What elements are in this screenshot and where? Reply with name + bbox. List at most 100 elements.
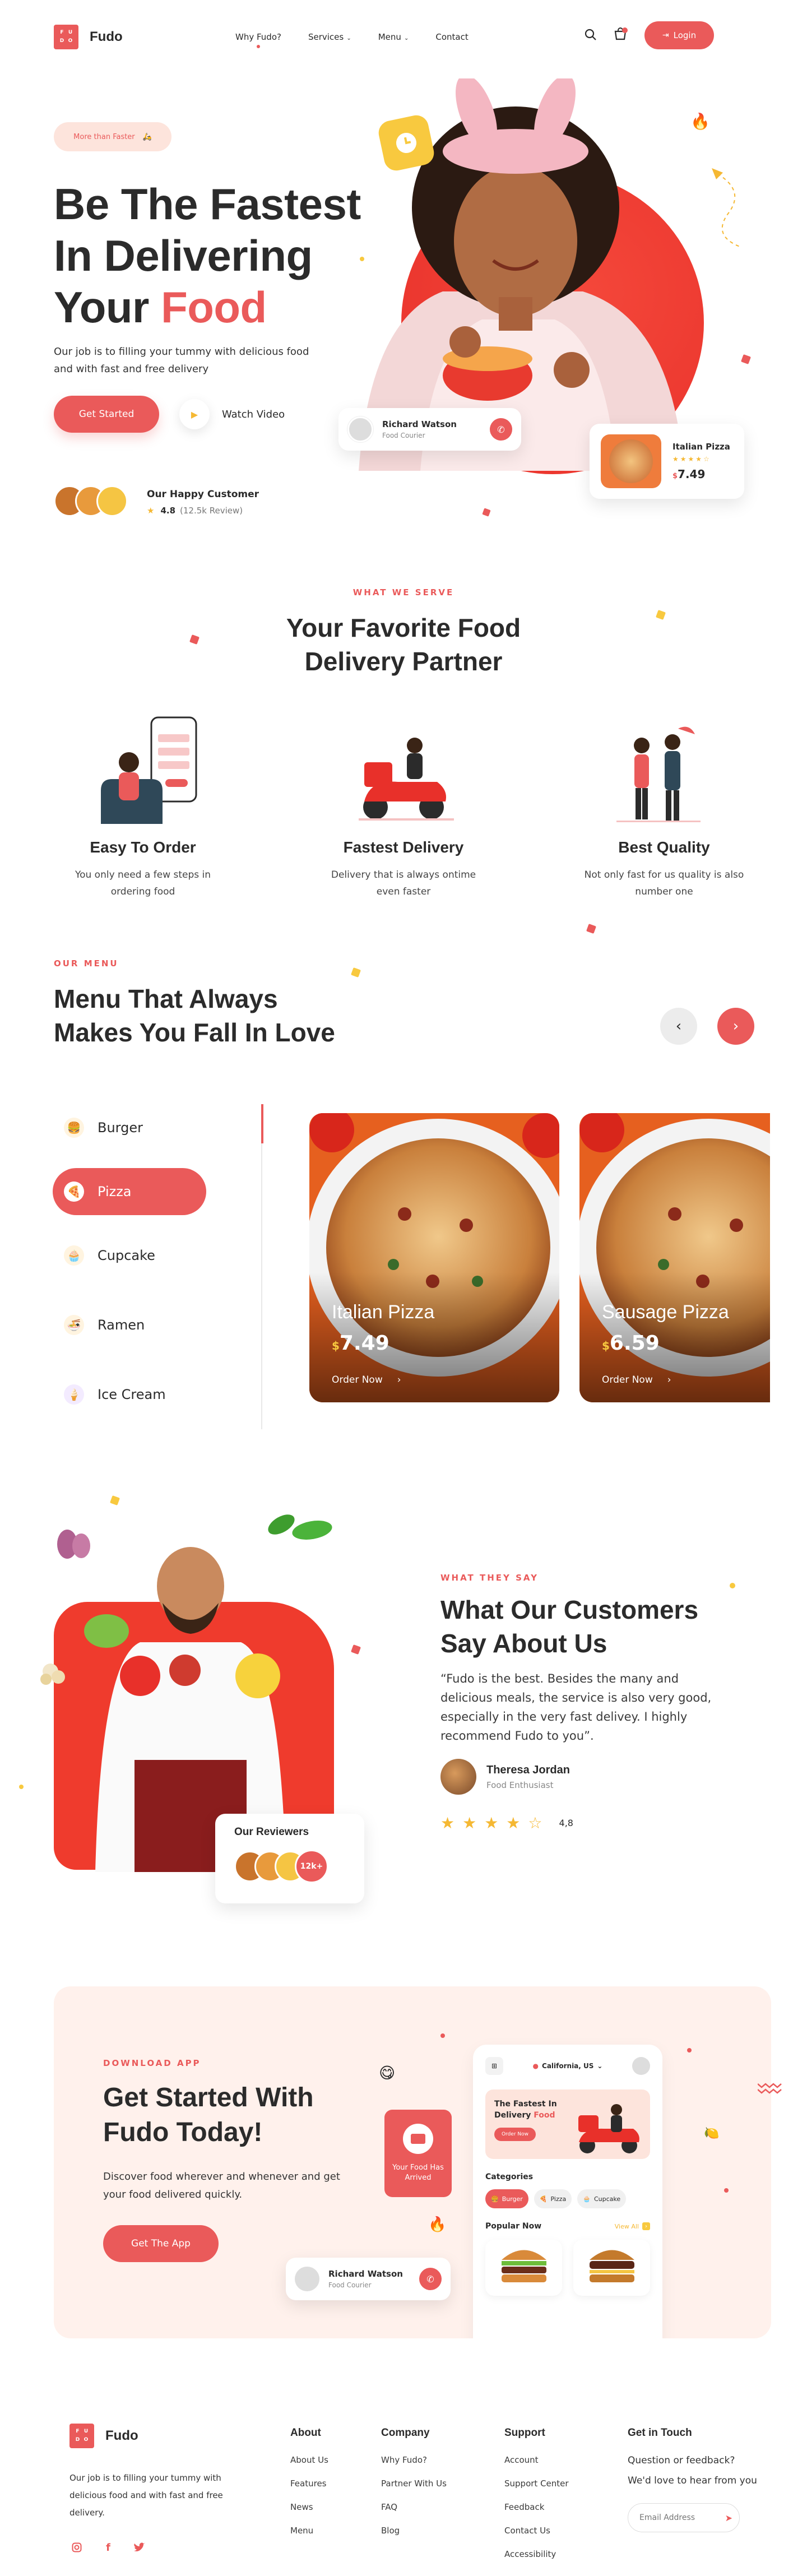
footer-link[interactable]: About Us [290,2455,328,2465]
chip-burger[interactable]: 🍔 Burger [485,2189,528,2208]
facebook-icon[interactable]: f [101,2540,115,2555]
app-categories-label: Categories [485,2172,534,2181]
popular-item-card[interactable] [573,2240,650,2296]
logo-letter: D [75,2437,80,2443]
menu-category-burger[interactable]: 🍔 Burger [53,1104,206,1151]
app-header: ⊞ ● California, US ⌄ [485,2057,650,2075]
basil-icon [259,1508,337,1553]
footer-link[interactable]: Support Center [504,2478,569,2489]
chip-pizza[interactable]: 🍕 Pizza [534,2189,572,2208]
download-title-line: Get Started With [103,2083,314,2112]
next-arrow-button[interactable]: › [717,1008,754,1045]
burger-icon: 🍔 [491,2195,499,2203]
twitter-icon[interactable] [132,2540,147,2555]
chip-cupcake[interactable]: 🧁 Cupcake [577,2189,627,2208]
order-now-link[interactable]: Order Now › [332,1374,401,1386]
search-icon[interactable] [584,28,597,41]
get-app-button[interactable]: Get The App [103,2225,219,2262]
footer-link[interactable]: Features [290,2478,328,2489]
login-icon: ⇥ [662,31,669,40]
nav-item-menu[interactable]: Menu ⌄ [378,31,409,42]
brand[interactable]: F U D O [54,25,78,49]
watch-video-button[interactable]: ▶ Watch Video [179,399,285,429]
instagram-icon[interactable] [69,2540,84,2555]
reviewer-avatars: 12k+ [234,1850,345,1883]
contact-line: We'd love to hear from you [628,2475,757,2486]
menu-title: Menu That Always Makes You Fall In Love [54,982,335,1049]
app-phone-mockup: ⊞ ● California, US ⌄ The Fastest In Delive… [473,2045,662,2338]
pizza-image [601,434,661,488]
avatar [347,416,373,442]
menu-category-pizza[interactable]: 🍕 Pizza [53,1168,206,1215]
serve-title-line: Delivery Partner [304,647,503,676]
footer-link[interactable]: Accessibility [504,2549,569,2559]
easy-order-illustration [90,712,202,830]
ice-cream-icon: 🍦 [64,1384,84,1405]
footer-link[interactable]: Blog [381,2526,447,2536]
chevron-right-icon: › [667,1374,671,1386]
footer-link[interactable]: Partner With Us [381,2478,447,2489]
menu-category-label: Ramen [98,1317,145,1333]
feature-desc-line: even faster [376,886,431,897]
footer-link[interactable]: FAQ [381,2502,447,2512]
order-now-link[interactable]: Order Now › [602,1374,671,1386]
scooter-icon: 🛵 [142,132,152,141]
hero-title-line: Be The Fastest [54,179,361,229]
nav-label[interactable]: Menu [378,32,401,42]
food-card-italian-pizza[interactable]: Italian Pizza $7.49 Order Now › [309,1113,559,1402]
footer-link[interactable]: Why Fudo? [381,2455,447,2465]
menu-category-label: Pizza [98,1184,132,1199]
nav-label[interactable]: Contact [435,32,468,42]
nav-label[interactable]: Why Fudo? [235,32,281,42]
logo-letter: O [68,38,73,44]
hero-rating: ★ 4.8 (12.5k Review) [147,506,243,516]
footer-col-title: Support [504,2427,545,2439]
menu-category-ice-cream[interactable]: 🍦 Ice Cream [53,1371,206,1418]
view-all-link[interactable]: View All › [615,2222,650,2230]
courier-name: Richard Watson [382,419,457,429]
chip-label: Cupcake [593,2195,621,2203]
footer-link[interactable]: Contact Us [504,2526,569,2536]
chip-label: Pizza [550,2195,567,2203]
nav-item-services[interactable]: Services ⌄ [308,31,351,42]
footer-col-about: About About Us Features News Menu [290,2427,328,2549]
phone-icon[interactable]: ✆ [490,418,512,441]
currency: $ [672,472,678,480]
logo-letter: U [68,30,73,35]
send-icon[interactable]: ➤ [725,2513,732,2523]
get-started-button[interactable]: Get Started [54,396,159,433]
login-button[interactable]: ⇥ Login [644,21,714,49]
footer-link[interactable]: News [290,2502,328,2512]
cart-icon[interactable] [613,27,628,41]
nav-label[interactable]: Services [308,32,344,42]
email-input[interactable] [639,2513,712,2522]
footer-brand[interactable]: F U D O [69,2424,94,2448]
decor-dot [19,1785,24,1789]
login-label: Login [673,30,697,40]
menu-category-cupcake[interactable]: 🧁 Cupcake [53,1232,206,1279]
zigzag-icon [757,2081,782,2097]
prev-arrow-button[interactable]: ‹ [660,1008,697,1045]
product-card[interactable]: Italian Pizza ★★★★☆ $7.49 [590,424,744,499]
delivery-scooter-illustration [578,2104,639,2153]
popular-item-card[interactable] [485,2240,562,2296]
feature-best-quality: Best Quality Not only fast for us qualit… [521,838,807,900]
hero-title-line: Your Food [54,281,361,333]
reviewers-label: Our Reviewers [234,1826,309,1838]
footer-link[interactable]: Menu [290,2526,328,2536]
footer-link[interactable]: Feedback [504,2502,569,2512]
feature-title: Fastest Delivery [343,838,464,856]
footer-brand-name: Fudo [105,2428,138,2443]
nav-item-contact[interactable]: Contact [435,31,468,42]
banner-order-button[interactable]: Order Now [494,2128,536,2141]
menu-category-list: 🍔 Burger 🍕 Pizza 🧁 Cupcake 🍜 Ramen 🍦 Ice… [53,1104,206,1418]
nav-item-why-fudo[interactable]: Why Fudo? [235,31,281,48]
menu-grid-icon[interactable]: ⊞ [485,2057,503,2075]
hero-description: Our job is to filling your tummy with de… [54,346,309,375]
footer-link[interactable]: Account [504,2455,569,2465]
banner-word: Delivery [494,2111,531,2120]
food-card-sausage-pizza[interactable]: Sausage Pizza $6.59 Order Now › [579,1113,770,1402]
decor-square [482,508,491,517]
menu-category-ramen[interactable]: 🍜 Ramen [53,1301,206,1349]
phone-icon[interactable]: ✆ [419,2268,442,2290]
